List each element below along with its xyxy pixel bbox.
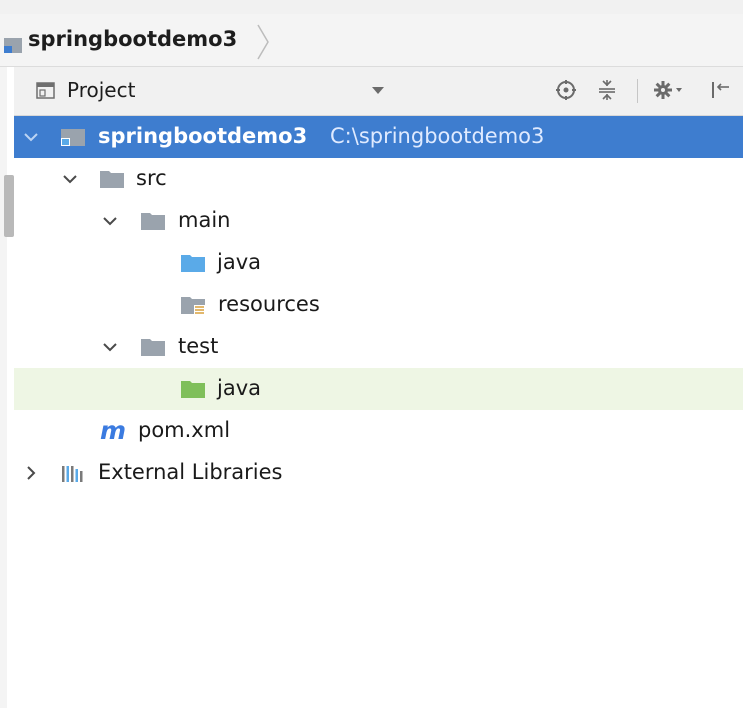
module-folder-icon [61,129,85,146]
libraries-icon [62,466,83,482]
tree-item-label: resources [218,292,320,316]
settings-icon[interactable] [652,79,686,101]
tree-item-label: java [217,376,261,400]
panel-title[interactable]: Project [67,78,135,102]
tree-item-label: java [217,250,261,274]
test-folder-icon [181,381,205,398]
project-panel-header: Project [14,67,743,116]
breadcrumb-project[interactable]: springbootdemo3 [28,27,237,51]
navigation-bar: springbootdemo3 [0,14,743,67]
chevron-right-icon[interactable] [23,465,39,481]
chevron-down-icon[interactable] [102,213,118,229]
module-folder-icon [4,38,22,53]
tree-item-src[interactable]: src [14,158,743,200]
chevron-down-icon[interactable] [102,339,118,355]
toolbar-separator [637,79,638,103]
tree-item-test[interactable]: test [14,326,743,368]
view-dropdown-chevron-icon[interactable] [372,87,384,94]
tree-item-external-libraries[interactable]: External Libraries [14,452,743,494]
project-view-icon [36,82,55,99]
left-gutter [0,67,7,708]
left-scrollbar-thumb[interactable] [4,175,14,237]
chevron-down-icon[interactable] [23,129,39,145]
tree-item-test-java[interactable]: java [14,368,743,410]
tree-item-label: test [178,334,219,358]
locate-icon[interactable] [555,79,577,101]
collapse-all-icon[interactable] [596,79,618,101]
tree-item-label: src [136,166,167,190]
tree-item-label: External Libraries [98,460,283,484]
tree-item-pom[interactable]: m pom.xml [14,410,743,452]
tree-item-label: springbootdemo3 [98,124,308,148]
source-folder-icon [181,255,205,272]
tree-item-resources[interactable]: resources [14,284,743,326]
folder-icon [141,339,165,356]
tree-item-label: main [178,208,231,232]
tree-item-path: C:\springbootdemo3 [330,124,545,148]
tree-item-root[interactable]: springbootdemo3 C:\springbootdemo3 [14,116,743,158]
folder-icon [100,171,124,188]
hide-panel-icon[interactable] [709,79,731,101]
tree-item-label: pom.xml [138,418,231,442]
resources-folder-icon [181,297,205,315]
maven-icon: m [100,416,127,445]
chevron-down-icon[interactable] [62,171,78,187]
tree-item-main-java[interactable]: java [14,242,743,284]
tree-item-main[interactable]: main [14,200,743,242]
breadcrumb-chevron-icon [257,24,269,60]
folder-icon [141,213,165,230]
window-top-strip [0,0,743,14]
